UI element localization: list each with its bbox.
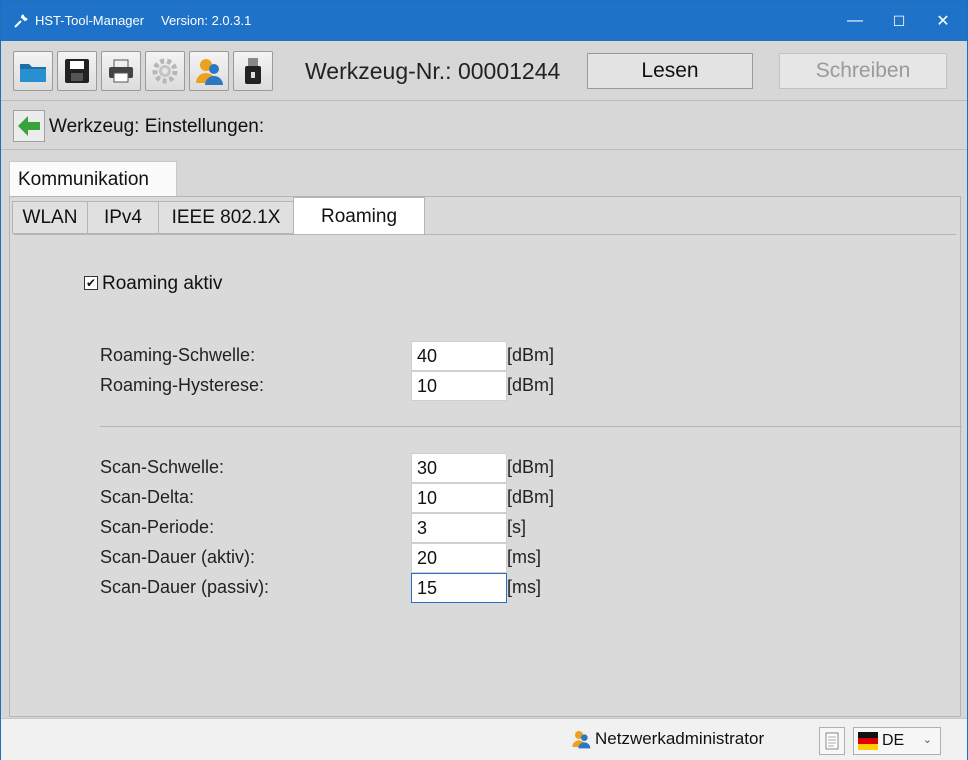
minimize-button[interactable]: — [833, 1, 877, 41]
user-icon [196, 59, 223, 85]
print-icon [109, 59, 133, 83]
scan-duration-active-label: Scan-Dauer (aktiv): [100, 547, 256, 567]
scan-threshold-label: Scan-Schwelle: [100, 457, 225, 477]
roaming-hysteresis-input[interactable]: 10 [411, 371, 507, 401]
read-button[interactable]: Lesen [587, 53, 753, 89]
scan-threshold-unit: [dBm] [507, 457, 555, 477]
roaming-threshold-input[interactable]: 40 [411, 341, 507, 371]
scan-delta-input[interactable]: 10 [411, 483, 507, 513]
tab-ieee-8021x[interactable]: IEEE 802.1X [158, 201, 294, 234]
log-button[interactable] [819, 727, 845, 755]
scan-threshold-input[interactable]: 30 [411, 453, 507, 483]
maximize-button[interactable]: ☐ [877, 1, 921, 41]
write-button[interactable]: Schreiben [779, 53, 947, 89]
app-version: Version: 2.0.3.1 [161, 13, 252, 28]
roaming-hysteresis-unit: [dBm] [507, 375, 555, 395]
language-value: DE [882, 732, 905, 749]
settings-button[interactable] [145, 51, 185, 91]
toolbar: Werkzeug-Nr.: 00001244 Lesen Schreiben [1, 41, 967, 101]
scan-period-unit: [s] [507, 517, 527, 537]
back-button[interactable] [13, 110, 45, 142]
status-bar: Netzwerkadministrator DE ⌄ [1, 718, 967, 760]
user-icon [572, 731, 591, 749]
arrow-left-icon [18, 116, 40, 136]
user-button[interactable] [189, 51, 229, 91]
settings-icon [152, 58, 178, 84]
tool-number: Werkzeug-Nr.: 00001244 [305, 58, 561, 84]
tab-wlan[interactable]: WLAN [12, 201, 88, 234]
scan-period-input[interactable]: 3 [411, 513, 507, 543]
roaming-panel: ✔ Roaming aktiv Roaming-Schwelle: 40 [dB… [14, 234, 962, 712]
roaming-enabled-checkbox[interactable]: ✔ [84, 276, 98, 290]
scan-duration-active-input[interactable]: 20 [411, 543, 507, 573]
roaming-enabled-label: Roaming aktiv [102, 273, 223, 294]
scan-duration-passive-unit: [ms] [507, 577, 541, 597]
user-role: Netzwerkadministrator [595, 729, 765, 748]
user-status: Netzwerkadministrator [571, 729, 764, 749]
save-icon [65, 59, 89, 83]
usb-button[interactable] [233, 51, 273, 91]
app-window: HST-Tool-Manager Version: 2.0.3.1 — ☐ ✕ [0, 0, 968, 760]
breadcrumb: Werkzeug: Einstellungen: [1, 102, 967, 150]
language-select[interactable]: DE ⌄ [853, 727, 941, 755]
wrench-icon [14, 14, 28, 28]
document-icon [825, 732, 839, 750]
print-button[interactable] [101, 51, 141, 91]
title-bar: HST-Tool-Manager Version: 2.0.3.1 — ☐ ✕ [1, 1, 967, 41]
tab-content: WLAN IPv4 IEEE 802.1X Roaming ✔ Roaming … [9, 196, 962, 717]
german-flag-icon [858, 732, 878, 750]
divider [100, 426, 962, 427]
roaming-threshold-unit: [dBm] [507, 345, 555, 365]
close-button[interactable]: ✕ [921, 1, 965, 41]
scan-delta-label: Scan-Delta: [100, 487, 195, 507]
scan-duration-passive-input[interactable]: 15 [411, 573, 507, 603]
tab-kommunikation[interactable]: Kommunikation [9, 161, 177, 197]
tab-roaming[interactable]: Roaming [293, 197, 425, 235]
scan-period-label: Scan-Periode: [100, 517, 215, 537]
roaming-threshold-label: Roaming-Schwelle: [100, 345, 256, 365]
save-button[interactable] [57, 51, 97, 91]
app-title: HST-Tool-Manager [35, 13, 145, 28]
tab-ipv4[interactable]: IPv4 [87, 201, 159, 234]
chevron-down-icon: ⌄ [922, 734, 932, 746]
open-button[interactable] [13, 51, 53, 91]
breadcrumb-text: Werkzeug: Einstellungen: [49, 116, 265, 137]
folder-icon [20, 64, 46, 82]
scan-delta-unit: [dBm] [507, 487, 555, 507]
roaming-hysteresis-label: Roaming-Hysterese: [100, 375, 265, 395]
scan-duration-active-unit: [ms] [507, 547, 541, 567]
usb-icon [245, 58, 261, 84]
scan-duration-passive-label: Scan-Dauer (passiv): [100, 577, 270, 597]
